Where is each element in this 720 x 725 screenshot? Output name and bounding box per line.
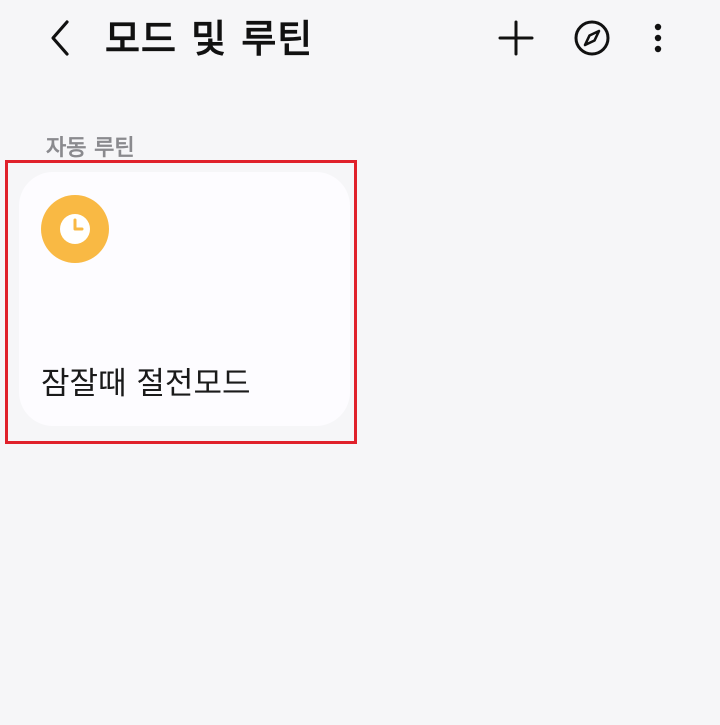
routine-name: 잠잘때 절전모드 xyxy=(41,366,251,402)
page-title: 모드 및 루틴 xyxy=(105,17,314,61)
chevron-left-icon xyxy=(51,20,69,56)
more-vertical-icon xyxy=(654,23,662,53)
section-header: 자동 루틴 xyxy=(46,136,135,161)
clock-icon xyxy=(41,195,109,263)
plus-icon xyxy=(498,20,534,56)
compass-icon xyxy=(574,20,610,56)
discover-button[interactable] xyxy=(570,16,614,60)
more-options-button[interactable] xyxy=(636,16,680,60)
back-button[interactable] xyxy=(38,16,82,60)
add-routine-button[interactable] xyxy=(494,16,538,60)
app-bar: 모드 및 루틴 xyxy=(0,0,720,80)
routine-card[interactable]: 잠잘때 절전모드 xyxy=(19,172,350,426)
